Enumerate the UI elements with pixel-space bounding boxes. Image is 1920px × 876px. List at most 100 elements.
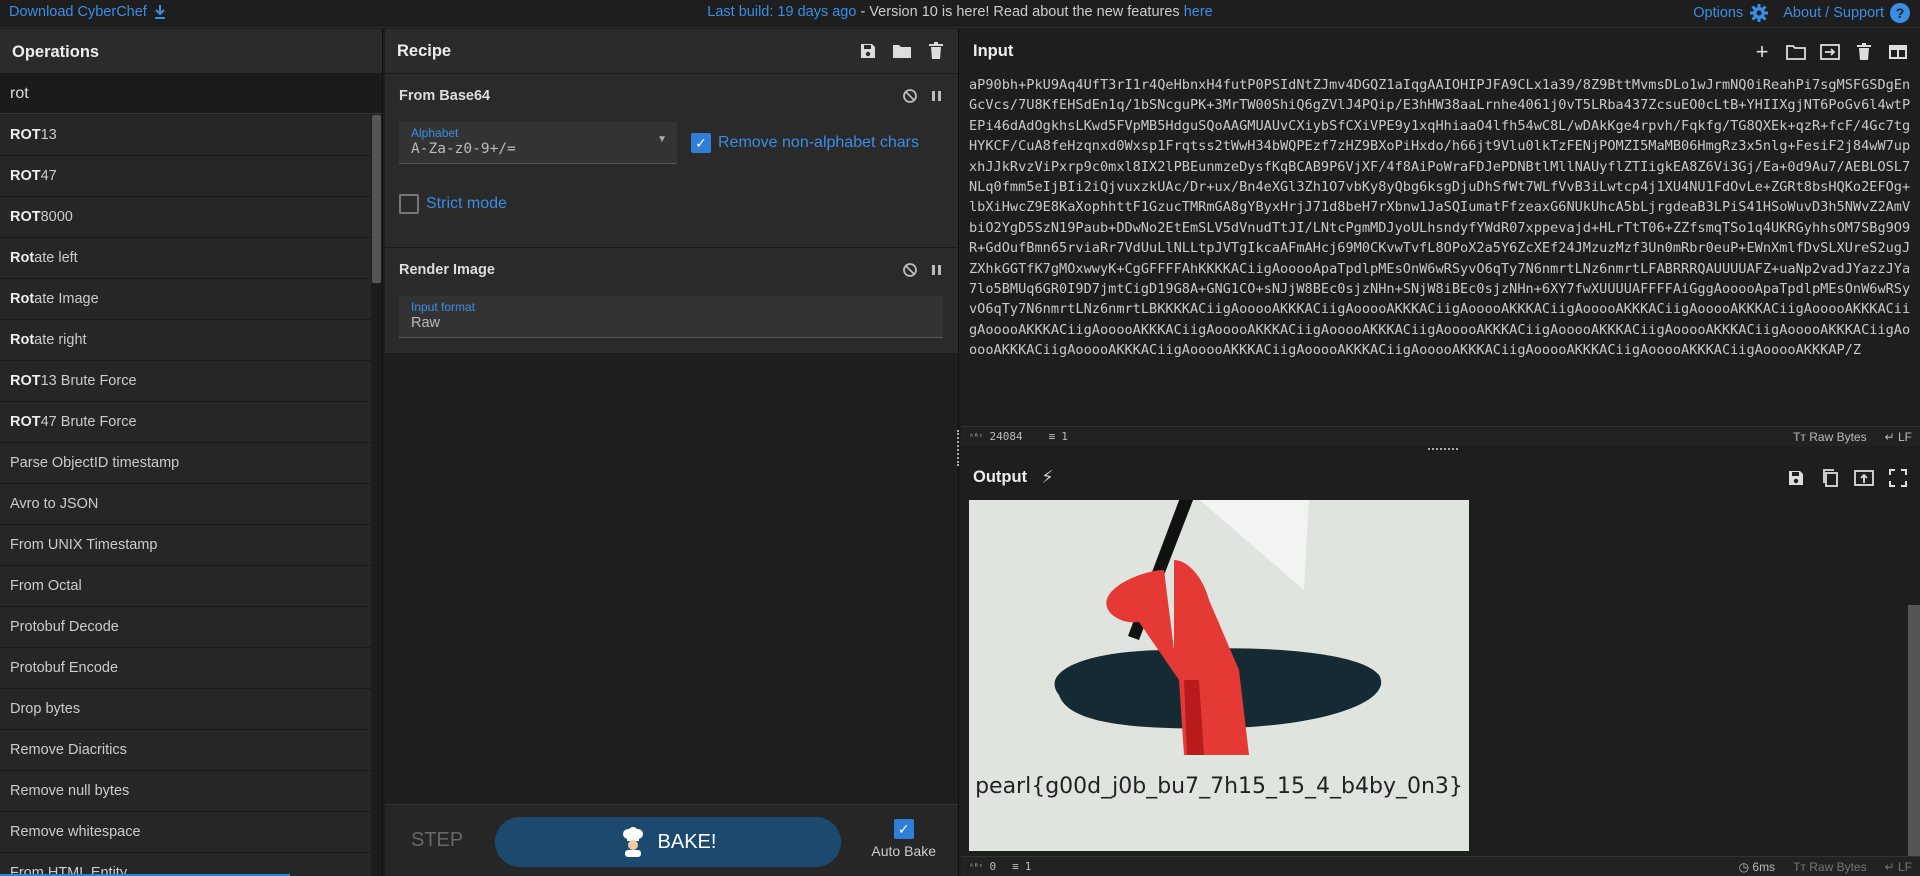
operation-list-item[interactable]: Protobuf Encode <box>0 648 372 689</box>
operation-list-item[interactable]: Drop bytes <box>0 689 372 730</box>
operation-list-item[interactable]: Parse ObjectID timestamp <box>0 443 372 484</box>
io-resize-handle[interactable] <box>1428 448 1458 450</box>
pause-icon[interactable] <box>930 262 944 278</box>
open-folder-icon[interactable] <box>1786 42 1806 62</box>
disable-icon[interactable] <box>902 262 918 278</box>
input-format-value: Raw <box>411 315 441 331</box>
operation-label: Remove null bytes <box>10 783 130 799</box>
operation-list-item[interactable]: Remove Diacritics <box>0 730 372 771</box>
disable-icon[interactable] <box>902 88 918 104</box>
operation-list-item[interactable]: ROT13 Brute Force <box>0 361 372 402</box>
checkbox-unchecked-icon <box>399 194 419 214</box>
operation-list-item[interactable]: ROT47 Brute Force <box>0 402 372 443</box>
operation-label: ate right <box>34 332 87 348</box>
replace-input-icon[interactable] <box>1854 468 1874 488</box>
output-encoding[interactable]: Tт Raw Bytes <box>1793 860 1867 874</box>
operation-list-item[interactable]: ROT13 <box>0 115 372 156</box>
render-image-operation[interactable]: Render Image Input format Raw <box>385 248 958 354</box>
open-file-icon[interactable] <box>1820 42 1840 62</box>
length-icon: ᴬᴮᶜ <box>969 862 984 871</box>
operations-scrollbar[interactable] <box>371 115 382 876</box>
checkbox-checked-icon: ✓ <box>893 819 914 839</box>
auto-bake-checkbox[interactable]: ✓ Auto Bake <box>871 819 936 859</box>
remove-non-alphabet-checkbox[interactable]: ✓ Remove non-alphabet chars <box>691 133 919 153</box>
pause-icon[interactable] <box>930 88 944 104</box>
output-line-count: 1 <box>1024 860 1032 873</box>
about-label: About / Support <box>1783 5 1884 21</box>
output-char-count: 0 <box>989 860 997 873</box>
strict-mode-checkbox[interactable]: Strict mode <box>399 194 944 214</box>
version-message: - Version 10 is here! Read about the new… <box>856 4 1184 20</box>
operation-list-item[interactable]: From Octal <box>0 566 372 607</box>
input-char-count: 24084 <box>989 430 1023 443</box>
about-button[interactable]: About / Support ? <box>1783 3 1910 23</box>
clear-recipe-icon[interactable] <box>926 41 946 61</box>
input-status-bar: ᴬᴮᶜ 24084 ≡ 1 Tт Raw Bytes ↵ LF <box>961 426 1920 446</box>
bake-button[interactable]: BAKE! <box>495 817 841 867</box>
output-scrollbar[interactable] <box>1908 605 1920 865</box>
operation-label: 47 Brute Force <box>40 414 137 430</box>
clock-icon: ◷ <box>1738 859 1753 874</box>
operation-list-item[interactable]: ROT8000 <box>0 197 372 238</box>
output-header: Output ⚡ <box>961 455 1920 500</box>
download-link[interactable]: Download CyberChef <box>9 4 167 20</box>
output-eol[interactable]: ↵ LF <box>1885 860 1912 874</box>
return-icon: ↵ <box>1884 859 1898 874</box>
rendered-image: pearl{g00d_j0b_bu7_7h15_15_4_b4by_0n3} <box>969 500 1469 851</box>
scrollbar-thumb[interactable] <box>372 115 381 283</box>
layout-icon[interactable] <box>1888 42 1908 62</box>
text-icon: Tт <box>1793 429 1810 444</box>
operation-list-item[interactable]: Remove whitespace <box>0 812 372 853</box>
from-base64-operation[interactable]: From Base64 Alphabet A-Za-z0-9+/= ▼ ✓ Re… <box>385 74 958 248</box>
operation-list-item[interactable]: ROT47 <box>0 156 372 197</box>
input-encoding[interactable]: Tт Raw Bytes <box>1793 430 1867 444</box>
magic-wand-icon[interactable]: ⚡ <box>1041 467 1054 488</box>
operation-list-item[interactable]: Avro to JSON <box>0 484 372 525</box>
alphabet-select[interactable]: Alphabet A-Za-z0-9+/= ▼ <box>399 122 677 164</box>
auto-bake-label: Auto Bake <box>871 843 936 859</box>
download-label: Download CyberChef <box>9 4 147 20</box>
operation-match: ROT <box>10 209 41 225</box>
add-tab-icon[interactable]: + <box>1752 39 1772 64</box>
operation-match: Rot <box>10 250 35 266</box>
operation-list-item[interactable]: Rotate Image <box>0 279 372 320</box>
operation-list-item[interactable]: Protobuf Decode <box>0 607 372 648</box>
input-textarea[interactable]: aP90bh+PkU9Aq4UfT3rI1r4QeHbnxH4futP0PSId… <box>969 75 1912 425</box>
operation-match: Rot <box>10 332 35 348</box>
operation-label: ate Image <box>34 291 99 307</box>
save-recipe-icon[interactable] <box>858 41 878 61</box>
last-build-link[interactable]: Last build: 19 days ago <box>707 4 856 20</box>
download-icon <box>154 5 165 19</box>
operation-list-item[interactable]: From HTML Entity <box>0 853 372 876</box>
maximise-icon[interactable] <box>1888 468 1908 488</box>
flag-text: pearl{g00d_j0b_bu7_7h15_15_4_b4by_0n3} <box>975 774 1463 799</box>
options-button[interactable]: Options <box>1693 3 1769 23</box>
operation-list-item[interactable]: From UNIX Timestamp <box>0 525 372 566</box>
output-status-bar: ᴬᴮᶜ 0 ≡ 1 ◷ 6ms Tт Raw Bytes ↵ LF <box>961 856 1920 876</box>
load-recipe-icon[interactable] <box>892 41 912 61</box>
recipe-panel: Recipe From Base64 Alphabet A-Za-z0-9+/=… <box>385 29 959 876</box>
recipe-controls: STEP BAKE! ✓ Auto Bake <box>385 804 958 876</box>
operation-label: Parse ObjectID timestamp <box>10 455 180 471</box>
chef-icon <box>622 827 643 857</box>
input-header: Input + <box>961 29 1920 74</box>
step-button[interactable]: STEP <box>411 829 463 852</box>
operation-label: From UNIX Timestamp <box>10 537 158 553</box>
clear-input-icon[interactable] <box>1854 42 1874 62</box>
operation-list-item[interactable]: Rotate right <box>0 320 372 361</box>
input-title: Input <box>973 42 1014 60</box>
bake-label: BAKE! <box>657 830 717 853</box>
lines-icon: ≡ <box>1048 430 1056 443</box>
here-link[interactable]: here <box>1184 4 1213 20</box>
recipe-title: Recipe <box>397 41 452 60</box>
operation-list-item[interactable]: Rotate left <box>0 238 372 279</box>
input-format-select[interactable]: Input format Raw <box>399 296 943 338</box>
operation-label: Protobuf Encode <box>10 660 119 676</box>
operation-list-item[interactable]: Remove null bytes <box>0 771 372 812</box>
copy-output-icon[interactable] <box>1820 468 1840 488</box>
operations-search-input[interactable]: rot <box>0 74 382 114</box>
input-panel: Input + aP90bh+PkU9Aq4UfT3rI1r4QeHbnxH4f… <box>961 29 1920 446</box>
operation-match: ROT <box>10 168 41 184</box>
input-eol[interactable]: ↵ LF <box>1885 430 1912 444</box>
save-output-icon[interactable] <box>1786 468 1806 488</box>
